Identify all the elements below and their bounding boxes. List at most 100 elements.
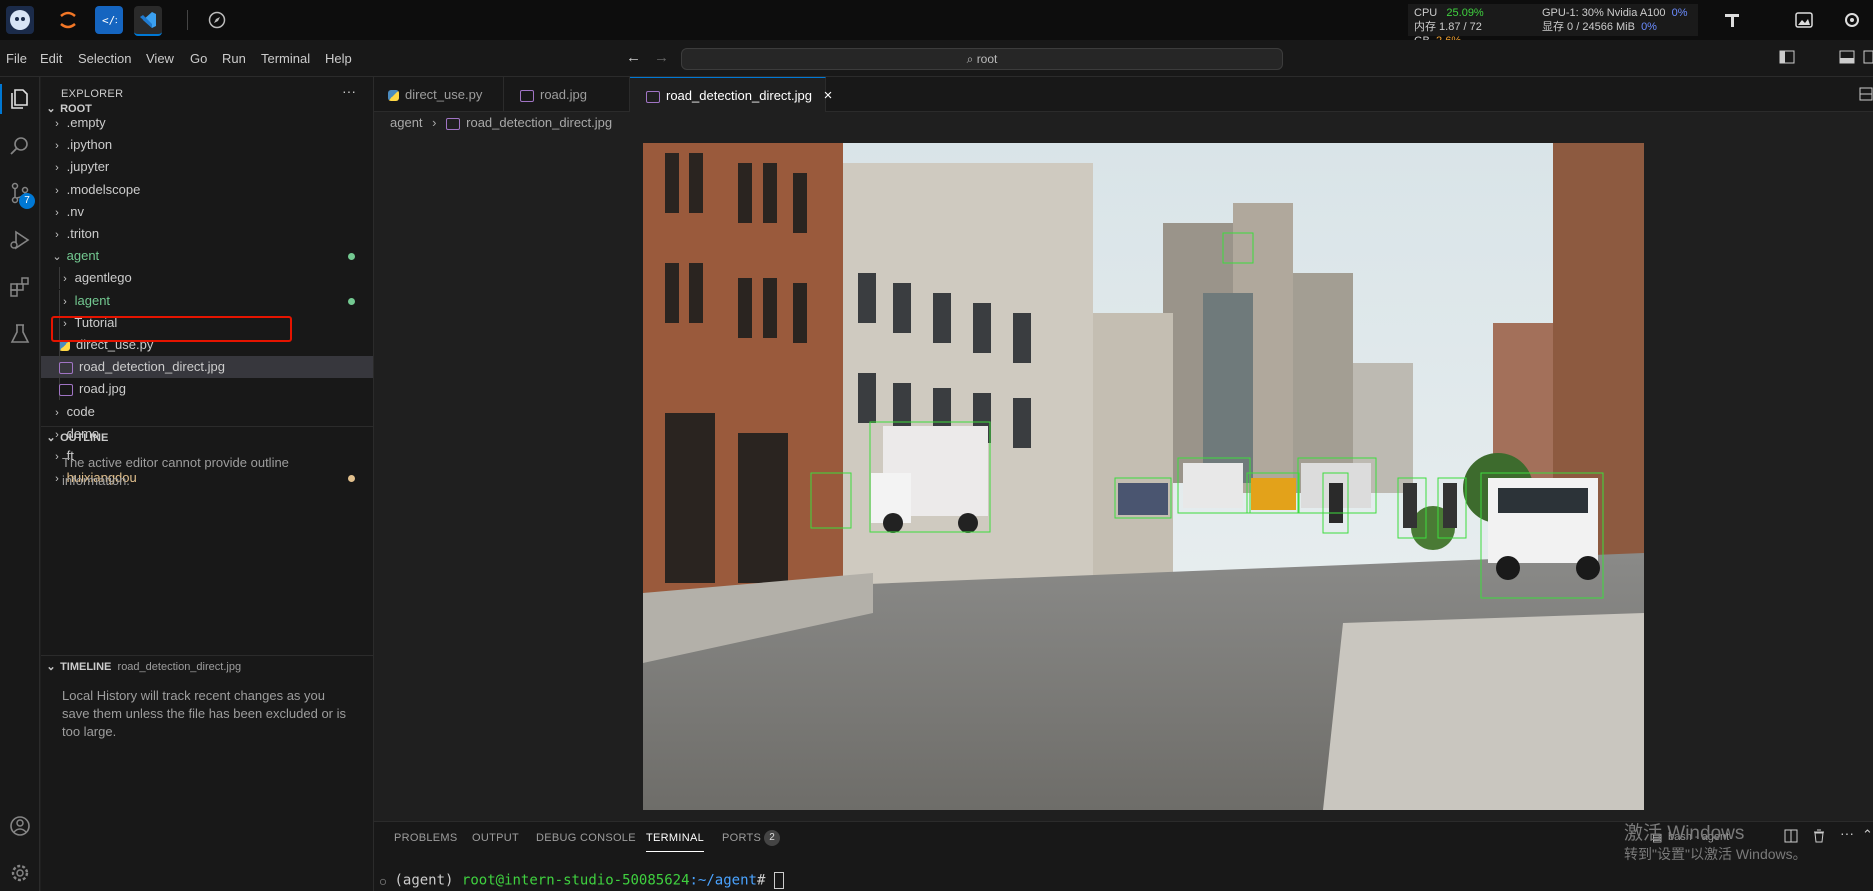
- outline-section-header[interactable]: ⌄ OUTLINE: [41, 426, 373, 449]
- menu-go[interactable]: Go: [190, 51, 207, 66]
- street-photo: [643, 143, 1644, 810]
- timeline-title: TIMELINE: [60, 661, 112, 673]
- menu-file[interactable]: File: [6, 51, 27, 66]
- breadcrumb-folder[interactable]: agent: [390, 115, 423, 130]
- prompt-symbol: #: [756, 872, 766, 889]
- image-file-icon: [59, 361, 73, 374]
- code-server-icon[interactable]: </>: [95, 6, 123, 34]
- indent-guide: [59, 267, 60, 290]
- tree-item[interactable]: › .modelscope: [41, 179, 373, 201]
- git-status-dot: [348, 253, 355, 261]
- image-preview: [643, 143, 1644, 810]
- command-center-text: root: [976, 52, 998, 66]
- accounts-icon[interactable]: [6, 812, 34, 840]
- breadcrumb: agent › road_detection_direct.jpg: [390, 113, 612, 133]
- timeline-section-header[interactable]: ⌄ TIMELINE road_detection_direct.jpg: [41, 655, 373, 678]
- taskbar-divider: [187, 10, 188, 30]
- chevron-right-icon: ›: [63, 273, 67, 286]
- scm-badge: 7: [19, 193, 35, 209]
- tree-item-label: road_detection_direct.jpg: [79, 359, 225, 375]
- tree-item[interactable]: road.jpg: [41, 378, 373, 401]
- tree-item[interactable]: ⌄ agent: [41, 245, 373, 267]
- jupyter-icon[interactable]: [54, 6, 82, 34]
- activate-windows-watermark: 激活 Windows 转到"设置"以激活 Windows。: [1624, 824, 1854, 864]
- explorer-files-icon[interactable]: [6, 85, 34, 113]
- tab-terminal[interactable]: TERMINAL: [646, 832, 705, 852]
- compass-icon[interactable]: [203, 6, 231, 34]
- brand-icon[interactable]: [1718, 6, 1746, 34]
- tab-ports[interactable]: PORTS: [722, 832, 761, 844]
- app-logo-icon[interactable]: [6, 6, 34, 34]
- taskbar: </> CPU 25.09% 内存 1.87 / 72 GB 2.6% GPU-…: [0, 0, 1873, 47]
- back-arrow-icon[interactable]: ←: [626, 49, 641, 66]
- image-file-icon: [446, 117, 461, 130]
- split-editor-icon[interactable]: [1859, 87, 1873, 104]
- manage-gear-icon[interactable]: [6, 859, 34, 887]
- tree-item-label: agent: [66, 248, 100, 264]
- testing-flask-icon[interactable]: [6, 320, 34, 348]
- editor-tabs: direct_use.py road.jpg road_detection_di…: [374, 77, 1873, 112]
- source-control-icon[interactable]: 7: [6, 179, 35, 209]
- tree-item[interactable]: › code: [41, 401, 373, 423]
- menu-help[interactable]: Help: [325, 51, 352, 66]
- chevron-right-icon: ›: [63, 295, 67, 308]
- tab-problems[interactable]: PROBLEMS: [394, 832, 458, 844]
- tree-item[interactable]: › agentlego: [41, 267, 373, 290]
- explorer-more-actions[interactable]: ···: [342, 83, 356, 99]
- chevron-down-icon: ⌄: [52, 251, 62, 264]
- breadcrumb-file[interactable]: road_detection_direct.jpg: [466, 115, 612, 130]
- resource-stats-gpu: GPU-1: 30% Nvidia A100 0% 显存 0 / 24566 M…: [1536, 4, 1698, 36]
- settings-gear-icon[interactable]: [1838, 6, 1866, 34]
- customize-layout-icon[interactable]: [1863, 50, 1873, 67]
- terminal-cursor: [773, 872, 784, 889]
- vram-label: 显存 0 / 24566 MiB: [1542, 21, 1635, 33]
- image-file-icon: [59, 383, 73, 396]
- tree-item[interactable]: › .empty: [41, 112, 373, 134]
- tree-item[interactable]: › .jupyter: [41, 156, 373, 178]
- tree-item-label: .triton: [66, 226, 100, 241]
- chevron-right-icon: ›: [55, 140, 59, 153]
- image-viewer-icon[interactable]: [1790, 6, 1818, 34]
- tree-item[interactable]: › .ipython: [41, 134, 373, 156]
- ports-count-badge: 2: [764, 830, 780, 846]
- tree-item[interactable]: road_detection_direct.jpg: [41, 356, 373, 379]
- tree-item[interactable]: › .triton: [41, 223, 373, 245]
- search-icon: ⌕: [966, 52, 977, 66]
- tab-output[interactable]: OUTPUT: [472, 832, 519, 844]
- vram-value: 0%: [1641, 21, 1657, 33]
- close-tab-icon[interactable]: ×: [824, 87, 833, 104]
- prompt-status-icon: ○: [380, 876, 387, 888]
- prompt-env: (agent): [394, 872, 454, 889]
- menu-terminal[interactable]: Terminal: [261, 51, 310, 66]
- command-center-search[interactable]: ⌕ root: [681, 48, 1283, 70]
- terminal-prompt[interactable]: ○ (agent) root@intern-studio-50085624:~/…: [380, 872, 784, 889]
- tab-label: direct_use.py: [405, 87, 483, 102]
- maximize-panel-icon[interactable]: ⌃: [1862, 827, 1873, 843]
- search-view-icon[interactable]: [6, 132, 34, 160]
- run-debug-icon[interactable]: [6, 226, 34, 254]
- sidebar: EXPLORER ··· ⌄ ROOT › .empty › .ipython › …: [41, 77, 374, 891]
- tab-debug-console[interactable]: DEBUG CONSOLE: [536, 832, 636, 844]
- timeline-message: Local History will track recent changes …: [62, 688, 347, 739]
- tree-item-label: agentlego: [74, 270, 132, 286]
- tab-road-jpg[interactable]: road.jpg: [504, 77, 630, 112]
- toggle-panel-icon[interactable]: [1839, 50, 1855, 67]
- tree-item-label: road.jpg: [79, 381, 126, 397]
- extensions-icon[interactable]: [6, 273, 34, 301]
- menu-selection[interactable]: Selection: [78, 51, 131, 66]
- toggle-sidebar-icon[interactable]: [1779, 50, 1795, 67]
- menu-run[interactable]: Run: [222, 51, 246, 66]
- prompt-user: root@intern-studio-50085624: [461, 872, 690, 889]
- chevron-right-icon: ›: [55, 162, 59, 175]
- tree-item[interactable]: › lagent: [41, 289, 373, 312]
- tree-item[interactable]: › .nv: [41, 201, 373, 223]
- tree-item-label: .modelscope: [66, 181, 141, 197]
- forward-arrow-icon[interactable]: →: [654, 49, 669, 66]
- menu-edit[interactable]: Edit: [40, 51, 62, 66]
- prompt-path: :~/agent: [689, 872, 757, 889]
- tree-item-label: code: [66, 403, 95, 419]
- tab-road-detection-direct-jpg[interactable]: road_detection_direct.jpg ×: [630, 77, 832, 112]
- vscode-icon[interactable]: [134, 6, 162, 36]
- menu-view[interactable]: View: [146, 51, 174, 66]
- tab-direct-use-py[interactable]: direct_use.py: [374, 77, 504, 112]
